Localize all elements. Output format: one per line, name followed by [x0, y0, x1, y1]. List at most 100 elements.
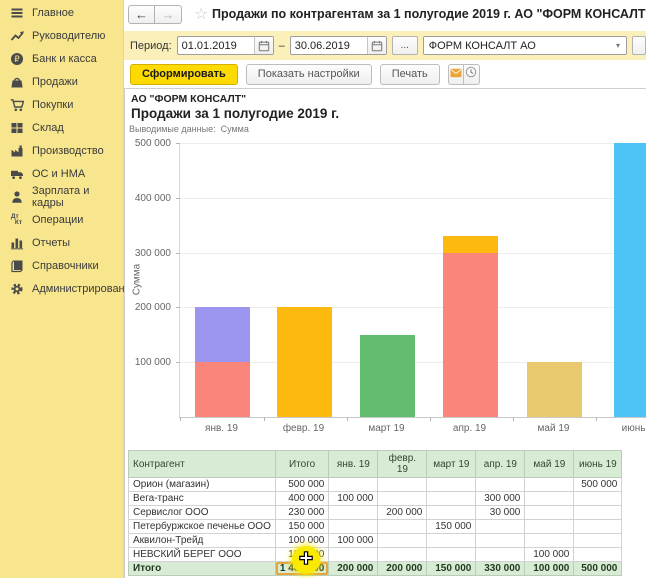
sidebar-item-main[interactable]: Главное — [0, 1, 123, 24]
amount-cell[interactable] — [525, 492, 574, 506]
amount-cell[interactable]: 30 000 — [476, 506, 525, 520]
amount-cell[interactable]: 150 000 — [275, 520, 329, 534]
sidebar-item-manager[interactable]: Руководителю — [0, 24, 123, 47]
column-header[interactable]: февр. 19 — [378, 451, 427, 478]
amount-cell[interactable]: 100 000 — [525, 548, 574, 562]
counterparty-cell[interactable]: Петербуржское печенье ООО — [129, 520, 276, 534]
sidebar-item-operations[interactable]: ДтКтОперации — [0, 208, 123, 231]
amount-cell[interactable] — [427, 548, 476, 562]
calendar-icon[interactable] — [367, 37, 386, 54]
sidebar-item-warehouse[interactable]: Склад — [0, 116, 123, 139]
amount-cell[interactable] — [378, 478, 427, 492]
amount-cell[interactable] — [378, 548, 427, 562]
amount-cell[interactable] — [476, 478, 525, 492]
bar-segment-апр-19[interactable] — [443, 253, 498, 417]
sidebar-item-reports[interactable]: Отчеты — [0, 231, 123, 254]
total-amount-cell[interactable]: 330 000 — [476, 562, 525, 576]
bar-segment-янв-19[interactable] — [195, 362, 250, 417]
amount-cell[interactable] — [525, 534, 574, 548]
amount-cell[interactable] — [574, 492, 622, 506]
date-to-field[interactable]: 30.06.2019 — [290, 36, 387, 55]
schedule-button[interactable] — [464, 64, 480, 85]
bar-segment-янв-19[interactable] — [195, 307, 250, 362]
bar-segment-июнь-19[interactable] — [614, 143, 646, 417]
sidebar-item-production[interactable]: Производство — [0, 139, 123, 162]
show-settings-button[interactable]: Показать настройки — [246, 64, 372, 85]
total-amount-cell[interactable]: 150 000 — [427, 562, 476, 576]
amount-cell[interactable] — [378, 534, 427, 548]
amount-cell[interactable] — [329, 548, 378, 562]
amount-cell[interactable] — [378, 520, 427, 534]
bar-segment-май-19[interactable] — [527, 362, 582, 417]
counterparty-cell[interactable]: НЕВСКИЙ БЕРЕГ ООО — [129, 548, 276, 562]
sidebar-item-payroll-hr[interactable]: Зарплата и кадры — [0, 185, 123, 208]
counterparty-cell[interactable]: Аквилон-Трейд — [129, 534, 276, 548]
counterparty-cell[interactable]: Орион (магазин) — [129, 478, 276, 492]
total-amount-cell[interactable]: 500 000 — [574, 562, 622, 576]
forward-button[interactable]: → — [155, 5, 182, 24]
organization-value[interactable]: ФОРМ КОНСАЛТ АО — [424, 40, 610, 52]
amount-cell[interactable] — [574, 520, 622, 534]
bar-segment-март-19[interactable] — [360, 335, 415, 417]
amount-cell[interactable] — [427, 492, 476, 506]
amount-cell[interactable]: 200 000 — [378, 506, 427, 520]
back-button[interactable]: ← — [128, 5, 155, 24]
bar-segment-апр-19[interactable] — [443, 236, 498, 252]
chevron-down-icon[interactable]: ▾ — [610, 41, 626, 50]
counterparty-cell[interactable]: Вега-транс — [129, 492, 276, 506]
bar-segment-февр-19[interactable] — [277, 307, 332, 417]
amount-cell[interactable] — [427, 478, 476, 492]
organization-combobox[interactable]: ФОРМ КОНСАЛТ АО ▾ — [423, 36, 627, 55]
sidebar-item-references[interactable]: Справочники — [0, 254, 123, 277]
amount-cell[interactable] — [574, 506, 622, 520]
sidebar-item-bank-cash[interactable]: ₽Банк и касса — [0, 47, 123, 70]
column-header[interactable]: июнь 19 — [574, 451, 622, 478]
date-from-value[interactable]: 01.01.2019 — [178, 40, 254, 52]
amount-cell[interactable] — [427, 534, 476, 548]
sidebar-item-purchases[interactable]: Покупки — [0, 93, 123, 116]
amount-cell[interactable] — [525, 520, 574, 534]
column-header[interactable]: Итого — [275, 451, 329, 478]
amount-cell[interactable] — [476, 548, 525, 562]
total-amount-cell[interactable]: 100 000 — [525, 562, 574, 576]
sidebar-item-administration[interactable]: Администрирование — [0, 277, 123, 300]
column-header[interactable]: май 19 — [525, 451, 574, 478]
amount-cell[interactable] — [525, 506, 574, 520]
date-to-value[interactable]: 30.06.2019 — [291, 40, 367, 52]
amount-cell[interactable] — [525, 478, 574, 492]
period-more-button[interactable]: ... — [392, 36, 418, 55]
column-header[interactable]: янв. 19 — [329, 451, 378, 478]
calendar-icon[interactable] — [254, 37, 273, 54]
amount-cell[interactable]: 500 000 — [574, 478, 622, 492]
sidebar-item-fixed-assets[interactable]: ОС и НМА — [0, 162, 123, 185]
amount-cell[interactable]: 100 000 — [329, 534, 378, 548]
sidebar-item-sales[interactable]: Продажи — [0, 70, 123, 93]
amount-cell[interactable] — [329, 520, 378, 534]
amount-cell[interactable] — [378, 492, 427, 506]
amount-cell[interactable]: 230 000 — [275, 506, 329, 520]
favorite-star-icon[interactable]: ☆ — [194, 4, 208, 24]
counterparty-cell[interactable]: Сервислог ООО — [129, 506, 276, 520]
total-label-cell[interactable]: Итого — [129, 562, 276, 576]
column-header[interactable]: март 19 — [427, 451, 476, 478]
amount-cell[interactable]: 100 000 — [329, 492, 378, 506]
amount-cell[interactable]: 300 000 — [476, 492, 525, 506]
amount-cell[interactable] — [574, 548, 622, 562]
date-from-field[interactable]: 01.01.2019 — [177, 36, 274, 55]
column-header[interactable]: апр. 19 — [476, 451, 525, 478]
amount-cell[interactable] — [574, 534, 622, 548]
generate-button[interactable]: Сформировать — [130, 64, 238, 85]
print-button[interactable]: Печать — [380, 64, 440, 85]
amount-cell[interactable]: 150 000 — [427, 520, 476, 534]
column-header[interactable]: Контрагент — [129, 451, 276, 478]
amount-cell[interactable] — [427, 506, 476, 520]
amount-cell[interactable]: 400 000 — [275, 492, 329, 506]
amount-cell[interactable] — [476, 534, 525, 548]
email-button[interactable] — [448, 64, 464, 85]
organization-choose-button[interactable] — [632, 36, 646, 55]
amount-cell[interactable] — [476, 520, 525, 534]
total-amount-cell[interactable]: 200 000 — [329, 562, 378, 576]
amount-cell[interactable] — [329, 478, 378, 492]
amount-cell[interactable]: 500 000 — [275, 478, 329, 492]
total-amount-cell[interactable]: 200 000 — [378, 562, 427, 576]
